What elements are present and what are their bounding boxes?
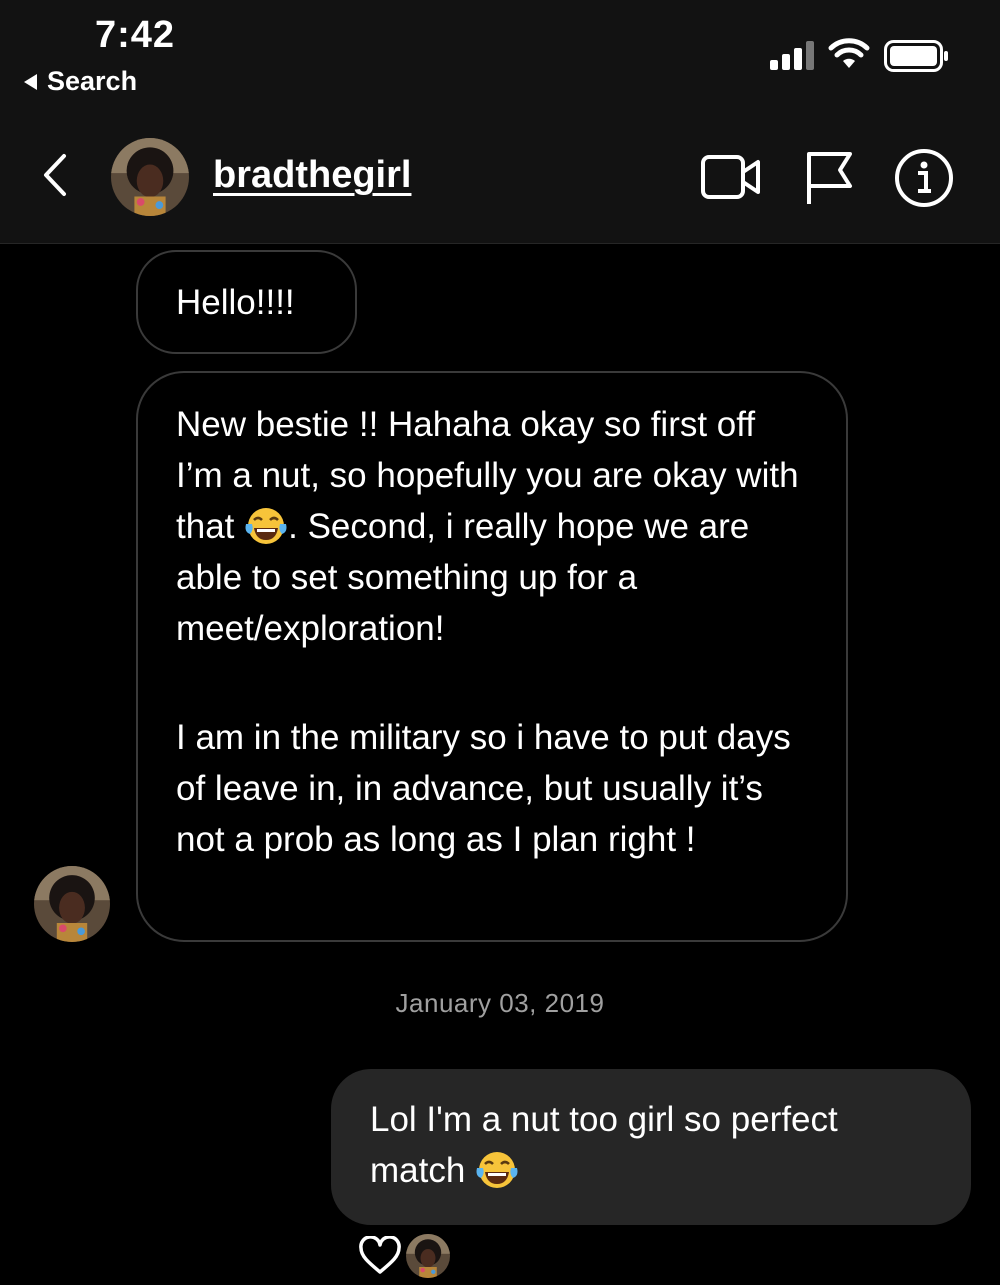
back-to-app-label: Search	[47, 66, 138, 96]
cellular-signal-icon	[770, 40, 814, 70]
status-time: 7:42	[95, 14, 176, 56]
status-bar: 7:42 Search	[0, 0, 1000, 110]
message-bubble-outgoing[interactable]: Lol I'm a nut too girl so perfect match	[331, 1069, 971, 1225]
chevron-left-icon[interactable]	[36, 150, 76, 200]
date-separator: January 03, 2019	[395, 988, 605, 1018]
wifi-icon	[828, 38, 870, 68]
laughing-emoji-icon	[475, 1150, 519, 1190]
laughing-emoji-icon	[244, 506, 288, 546]
message-paragraph: I am in the military so i have to put da…	[176, 718, 791, 859]
message-reactions[interactable]	[358, 1234, 450, 1278]
heart-icon	[359, 1236, 401, 1274]
message-bubble-incoming[interactable]: Hello!!!!	[136, 250, 357, 354]
sender-avatar[interactable]	[34, 866, 110, 942]
avatar[interactable]	[111, 138, 189, 216]
message-text: Hello!!!!	[176, 283, 295, 322]
chat-header: bradthegirl	[0, 110, 1000, 244]
reaction-avatar	[406, 1234, 450, 1278]
battery-icon	[884, 40, 948, 72]
info-icon[interactable]	[894, 148, 954, 208]
flag-icon[interactable]	[804, 150, 854, 206]
back-triangle-icon	[24, 73, 37, 90]
message-paragraph: New bestie !! Hahaha okay so first off I…	[176, 399, 808, 654]
chat-username[interactable]: bradthegirl	[213, 154, 411, 197]
message-bubble-incoming[interactable]: New bestie !! Hahaha okay so first off I…	[136, 371, 848, 942]
message-text: Lol I'm a nut too girl so perfect match	[370, 1100, 838, 1190]
video-camera-icon[interactable]	[700, 152, 762, 202]
back-to-app-button[interactable]: Search	[24, 66, 137, 97]
